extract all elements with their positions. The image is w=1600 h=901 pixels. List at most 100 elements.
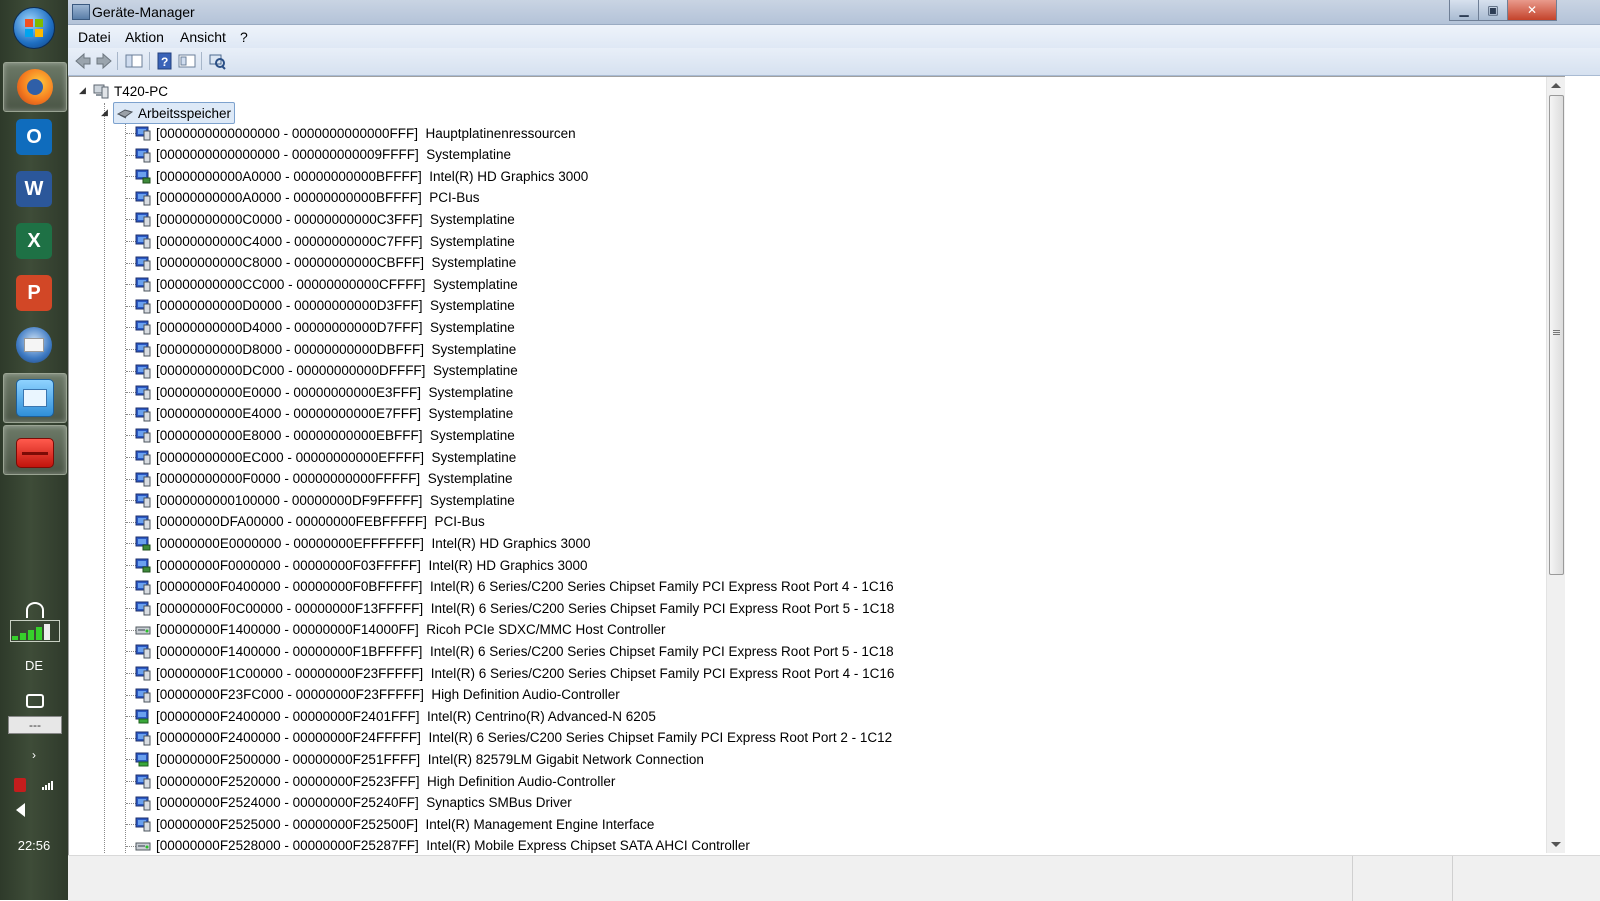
memory-range-row[interactable]: [00000000F2500000 - 00000000F251FFFF] In… [135, 749, 704, 769]
display-adapter-icon [135, 168, 151, 184]
minimize-button[interactable]: ▁ [1449, 0, 1479, 21]
memory-range-row[interactable]: [00000000DFA00000 - 00000000FEBFFFFF] PC… [135, 512, 485, 532]
vertical-scrollbar[interactable] [1546, 77, 1565, 853]
taskbar-outlook[interactable]: O [3, 113, 65, 161]
taskbar-thunderbird[interactable] [3, 321, 65, 369]
memory-range-row[interactable]: [00000000000DC000 - 00000000000DFFFF] Sy… [135, 361, 518, 381]
memory-range: [00000000000CC000 - 00000000000CFFFF] [156, 276, 426, 292]
collapse-category-icon[interactable]: ◢ [101, 108, 108, 118]
memory-range-row[interactable]: [00000000000EC000 - 00000000000EFFFF] Sy… [135, 447, 516, 467]
memory-range-row[interactable]: [00000000000CC000 - 00000000000CFFFF] Sy… [135, 274, 518, 294]
collapse-root-icon[interactable]: ◢ [79, 86, 86, 96]
menu-datei[interactable]: Datei [78, 29, 111, 45]
forward-arrow-icon[interactable] [95, 52, 113, 70]
menu-help[interactable]: ? [240, 29, 248, 45]
scrollbar-thumb[interactable] [1549, 95, 1564, 575]
clock[interactable]: 22:56 [0, 838, 68, 853]
memory-range-row[interactable]: [00000000E0000000 - 00000000EFFFFFFF] In… [135, 533, 591, 553]
monitor-icon [135, 233, 151, 249]
computer-icon [93, 83, 109, 99]
memory-range-row[interactable]: [0000000000100000 - 00000000DF9FFFFF] Sy… [135, 490, 515, 510]
memory-range-row[interactable]: [00000000F1400000 - 00000000F14000FF] Ri… [135, 620, 666, 640]
show-hidden-icons-arrow[interactable]: › [0, 748, 68, 762]
network-adapter-icon [135, 708, 151, 724]
memory-range-row[interactable]: [00000000F2520000 - 00000000F2523FFF] Hi… [135, 771, 615, 791]
start-button[interactable] [3, 4, 65, 52]
taskbar-firefox[interactable] [3, 62, 67, 112]
memory-range-row[interactable]: [00000000F2528000 - 00000000F25287FF] In… [135, 836, 750, 855]
signal-strength-icon [10, 620, 60, 642]
category-label: Arbeitsspeicher [138, 105, 232, 121]
memory-range-row[interactable]: [00000000000C8000 - 00000000000CBFFF] Sy… [135, 253, 516, 273]
range-separator [422, 169, 430, 184]
memory-range-row[interactable]: [00000000F2400000 - 00000000F2401FFF] In… [135, 706, 656, 726]
memory-range-row[interactable]: [00000000F0C00000 - 00000000F13FFFFF] In… [135, 598, 894, 618]
memory-range-row[interactable]: [00000000000A0000 - 00000000000BFFFF] In… [135, 166, 588, 186]
tree-root[interactable]: T420-PC [93, 81, 168, 101]
memory-range-row[interactable]: [00000000000D0000 - 00000000000D3FFF] Sy… [135, 296, 515, 316]
range-separator [427, 514, 435, 529]
monitor-icon [135, 125, 151, 141]
device-tree[interactable]: ◢ T420-PC ◢ Arbeitsspeicher [00000000000… [68, 76, 1565, 856]
battery-status: --- [8, 716, 62, 734]
memory-range-row[interactable]: [0000000000000000 - 0000000000000FFF] Ha… [135, 123, 576, 143]
memory-range-row[interactable]: [00000000F1C00000 - 00000000F23FFFFF] In… [135, 663, 894, 683]
memory-range-row[interactable]: [00000000000A0000 - 00000000000BFFFF] PC… [135, 188, 479, 208]
bars-icon[interactable] [42, 780, 56, 790]
memory-range-row[interactable]: [00000000000E8000 - 00000000000EBFFF] Sy… [135, 425, 515, 445]
monitor-icon [135, 579, 151, 595]
range-separator [422, 579, 430, 594]
taskbar-excel[interactable]: X [3, 217, 65, 265]
range-separator [422, 320, 430, 335]
memory-range-row[interactable]: [00000000000C0000 - 00000000000C3FFF] Sy… [135, 209, 515, 229]
volume-icon[interactable] [16, 803, 25, 817]
network-tray[interactable] [0, 596, 68, 648]
memory-range: [00000000000A0000 - 00000000000BFFFF] [156, 168, 422, 184]
memory-range-row[interactable]: [00000000000E0000 - 00000000000E3FFF] Sy… [135, 382, 513, 402]
memory-range-row[interactable]: [00000000F0000000 - 00000000F03FFFFF] In… [135, 555, 588, 575]
range-separator [422, 493, 430, 508]
language-indicator[interactable]: DE [0, 658, 68, 673]
properties-icon[interactable] [178, 52, 196, 70]
scroll-down-arrow-icon[interactable] [1551, 842, 1561, 847]
show-hide-console-tree-icon[interactable] [125, 52, 143, 70]
memory-range-row[interactable]: [00000000000F0000 - 00000000000FFFFF] Sy… [135, 469, 513, 489]
memory-range-row[interactable]: [00000000000C4000 - 00000000000C7FFF] Sy… [135, 231, 515, 251]
memory-range-row[interactable]: [00000000F2524000 - 00000000F25240FF] Sy… [135, 793, 572, 813]
memory-range-row[interactable]: [00000000000E4000 - 00000000000E7FFF] Sy… [135, 404, 513, 424]
taskbar-powerpoint[interactable]: P [3, 269, 65, 317]
title-bar[interactable]: Geräte-Manager ▁ ▣ ✕ [68, 0, 1600, 25]
range-separator [421, 406, 429, 421]
maximize-button[interactable]: ▣ [1478, 0, 1508, 21]
menu-aktion[interactable]: Aktion [125, 29, 164, 45]
range-separator [419, 774, 427, 789]
memory-range-row[interactable]: [00000000000D4000 - 00000000000D7FFF] Sy… [135, 317, 515, 337]
window-title: Geräte-Manager [92, 4, 195, 20]
tray-app-icon[interactable] [14, 778, 26, 792]
device-name: Systemplatine [429, 211, 515, 227]
memory-range: [00000000000D0000 - 00000000000D3FFF] [156, 298, 423, 314]
scan-hardware-icon[interactable] [208, 52, 226, 70]
memory-range-row[interactable]: [0000000000000000 - 000000000009FFFF] Sy… [135, 145, 511, 165]
memory-range-row[interactable]: [00000000F2525000 - 00000000F252500F] In… [135, 814, 654, 834]
memory-range-row[interactable]: [00000000F0400000 - 00000000F0BFFFFF] In… [135, 577, 894, 597]
monitor-icon [135, 276, 151, 292]
taskbar-word[interactable]: W [3, 165, 65, 213]
help-icon[interactable]: ? [156, 52, 174, 70]
memory-range-row[interactable]: [00000000000D8000 - 00000000000DBFFF] Sy… [135, 339, 516, 359]
close-button[interactable]: ✕ [1507, 0, 1557, 21]
menu-ansicht[interactable]: Ansicht [180, 29, 226, 45]
memory-range-row[interactable]: [00000000F1400000 - 00000000F1BFFFFF] In… [135, 641, 894, 661]
battery-tray[interactable]: --- [0, 688, 68, 738]
taskbar-control-panel[interactable] [3, 373, 67, 423]
wireless-icon [26, 602, 44, 618]
toolbox-icon [16, 438, 54, 468]
taskbar-device-manager[interactable] [3, 425, 67, 475]
memory-range: [0000000000000000 - 0000000000000FFF] [156, 125, 418, 141]
back-arrow-icon[interactable] [74, 52, 92, 70]
memory-range-row[interactable]: [00000000F23FC000 - 00000000F23FFFFF] Hi… [135, 685, 620, 705]
tree-category-memory[interactable]: Arbeitsspeicher [113, 102, 236, 124]
memory-range-row[interactable]: [00000000F2400000 - 00000000F24FFFFF] In… [135, 728, 892, 748]
scroll-up-arrow-icon[interactable] [1551, 83, 1561, 88]
network-adapter-icon [135, 751, 151, 767]
